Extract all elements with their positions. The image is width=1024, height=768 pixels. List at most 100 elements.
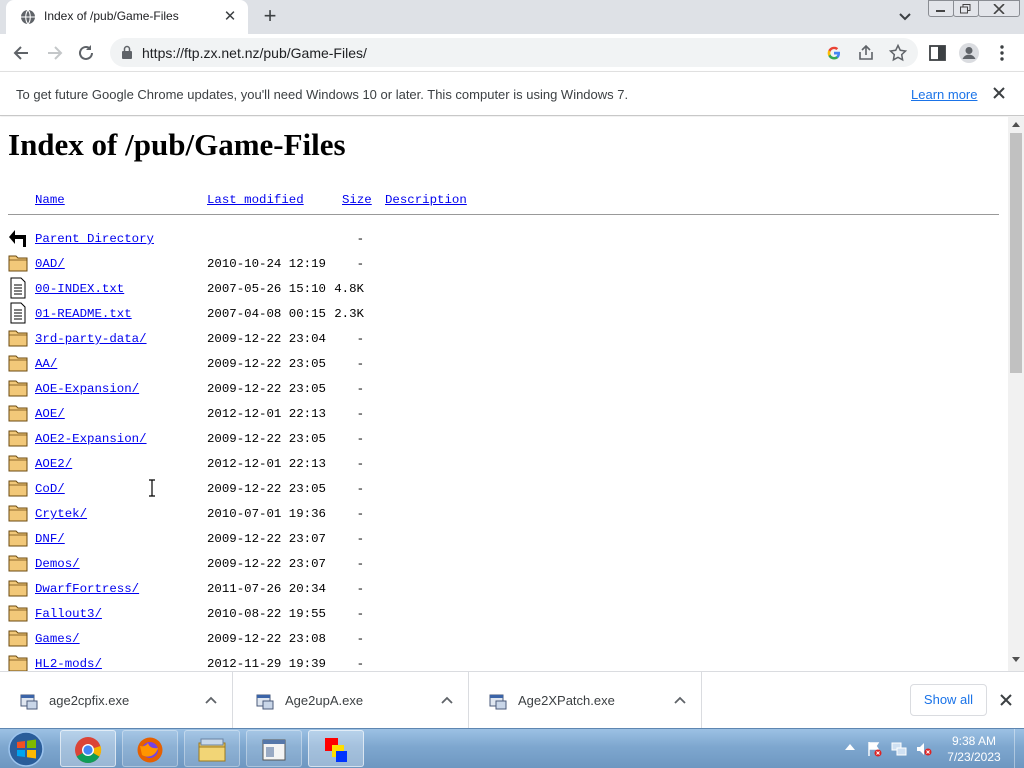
text-file-icon[interactable] xyxy=(8,302,28,324)
url-text[interactable]: https://ftp.zx.net.nz/pub/Game-Files/ xyxy=(142,45,367,61)
profile-avatar-icon[interactable] xyxy=(958,42,980,64)
lock-icon xyxy=(122,45,132,59)
taskbar-chrome-button[interactable] xyxy=(60,730,116,767)
table-row: Games/2009-12-22 23:08- xyxy=(0,627,1000,652)
file-size: - xyxy=(356,607,364,621)
file-link[interactable]: 01-README.txt xyxy=(35,307,132,321)
file-size: - xyxy=(356,482,364,496)
scroll-up-arrow-icon[interactable] xyxy=(1012,121,1020,127)
file-link[interactable]: AOE-Expansion/ xyxy=(35,382,139,396)
folder-icon[interactable] xyxy=(8,327,28,349)
show-desktop-button[interactable] xyxy=(1014,729,1024,768)
tab-search-chevron-icon[interactable] xyxy=(893,7,917,27)
taskbar-firefox-button[interactable] xyxy=(122,730,178,767)
file-link[interactable]: HL2-mods/ xyxy=(35,657,102,671)
tab-title: Index of /pub/Game-Files xyxy=(44,9,179,23)
taskbar-app-window-button[interactable] xyxy=(246,730,302,767)
table-row: Fallout3/2010-08-22 19:55- xyxy=(0,602,1000,627)
back-button[interactable] xyxy=(9,40,35,66)
folder-icon[interactable] xyxy=(8,602,28,624)
folder-icon[interactable] xyxy=(8,427,28,449)
folder-icon[interactable] xyxy=(8,252,28,274)
new-tab-plus-icon[interactable]: + xyxy=(258,5,282,29)
window-close-button[interactable] xyxy=(978,0,1020,17)
show-all-button[interactable]: Show all xyxy=(910,684,987,716)
action-center-flag-icon[interactable] xyxy=(866,741,882,757)
bookmark-star-icon[interactable] xyxy=(888,43,908,63)
column-header-name[interactable]: Name xyxy=(35,193,65,207)
chevron-up-icon[interactable] xyxy=(671,692,689,710)
file-link[interactable]: 3rd-party-data/ xyxy=(35,332,147,346)
file-link[interactable]: AOE2/ xyxy=(35,457,72,471)
folder-icon[interactable] xyxy=(8,477,28,499)
download-item[interactable]: Age2upA.exe xyxy=(236,672,469,729)
forward-button[interactable] xyxy=(41,40,67,66)
kebab-menu-icon[interactable] xyxy=(991,42,1013,64)
download-item[interactable]: Age2XPatch.exe xyxy=(469,672,702,729)
tray-overflow-arrow-icon[interactable] xyxy=(845,743,855,751)
file-size: - xyxy=(356,407,364,421)
folder-icon[interactable] xyxy=(8,402,28,424)
file-link[interactable]: Fallout3/ xyxy=(35,607,102,621)
folder-icon[interactable] xyxy=(8,552,28,574)
file-link[interactable]: 0AD/ xyxy=(35,257,65,271)
folder-icon[interactable] xyxy=(8,352,28,374)
file-link[interactable]: AA/ xyxy=(35,357,57,371)
minimize-button[interactable] xyxy=(928,0,954,17)
column-header-description[interactable]: Description xyxy=(385,193,467,207)
folder-icon[interactable] xyxy=(8,502,28,524)
folder-icon[interactable] xyxy=(8,527,28,549)
folder-icon[interactable] xyxy=(8,577,28,599)
scrollbar-thumb[interactable] xyxy=(1010,133,1022,373)
download-item[interactable]: age2cpfix.exe xyxy=(0,672,233,729)
volume-muted-icon[interactable] xyxy=(916,741,932,757)
file-link[interactable]: DNF/ xyxy=(35,532,65,546)
column-header-last-modified[interactable]: Last modified xyxy=(207,193,304,207)
file-link[interactable]: DwarfFortress/ xyxy=(35,582,139,596)
back-icon[interactable] xyxy=(8,227,28,249)
chevron-up-icon[interactable] xyxy=(202,692,220,710)
clock-time[interactable]: 9:38 AM xyxy=(942,734,1006,748)
taskbar-paint-button[interactable] xyxy=(308,730,364,767)
reload-button[interactable] xyxy=(73,40,99,66)
text-cursor-icon xyxy=(149,479,155,497)
browser-tab[interactable]: Index of /pub/Game-Files ✕ xyxy=(6,0,248,34)
file-link[interactable]: Demos/ xyxy=(35,557,80,571)
forward-arrow-icon xyxy=(48,46,63,60)
address-bar[interactable]: https://ftp.zx.net.nz/pub/Game-Files/ xyxy=(110,38,918,67)
google-lens-g-icon[interactable] xyxy=(824,43,844,63)
taskbar-explorer-button[interactable] xyxy=(184,730,240,767)
download-filename: Age2XPatch.exe xyxy=(518,693,615,708)
reload-icon xyxy=(79,45,93,60)
file-link[interactable]: AOE/ xyxy=(35,407,65,421)
file-link[interactable]: CoD/ xyxy=(35,482,65,496)
start-button-windows-icon[interactable] xyxy=(4,730,48,768)
text-file-icon[interactable] xyxy=(8,277,28,299)
file-link[interactable]: AOE2-Expansion/ xyxy=(35,432,147,446)
chevron-up-icon[interactable] xyxy=(438,692,456,710)
file-link[interactable]: Crytek/ xyxy=(35,507,87,521)
file-link[interactable]: 00-INDEX.txt xyxy=(35,282,124,296)
network-icon[interactable] xyxy=(891,741,907,757)
side-panel-icon[interactable] xyxy=(927,42,949,64)
folder-icon[interactable] xyxy=(8,652,28,671)
column-header-size[interactable]: Size xyxy=(342,193,372,207)
table-row: Demos/2009-12-22 23:07- xyxy=(0,552,1000,577)
vertical-scrollbar[interactable] xyxy=(1008,117,1024,671)
file-link[interactable]: Games/ xyxy=(35,632,80,646)
folder-icon[interactable] xyxy=(8,377,28,399)
tab-close-icon[interactable]: ✕ xyxy=(221,8,239,26)
firefox-icon xyxy=(137,737,163,763)
scroll-down-arrow-icon[interactable] xyxy=(1012,657,1020,663)
clock-date[interactable]: 7/23/2023 xyxy=(942,750,1006,764)
infobar-close-icon[interactable] xyxy=(990,84,1008,102)
learn-more-link[interactable]: Learn more xyxy=(911,87,977,102)
folder-icon[interactable] xyxy=(8,627,28,649)
page-title: Index of /pub/Game-Files xyxy=(8,127,346,162)
table-row: AA/2009-12-22 23:05- xyxy=(0,352,1000,377)
folder-icon[interactable] xyxy=(8,452,28,474)
file-link[interactable]: Parent Directory xyxy=(35,232,154,246)
download-shelf-close-icon[interactable] xyxy=(997,691,1015,709)
share-icon[interactable] xyxy=(856,43,876,63)
restore-button[interactable] xyxy=(953,0,979,17)
